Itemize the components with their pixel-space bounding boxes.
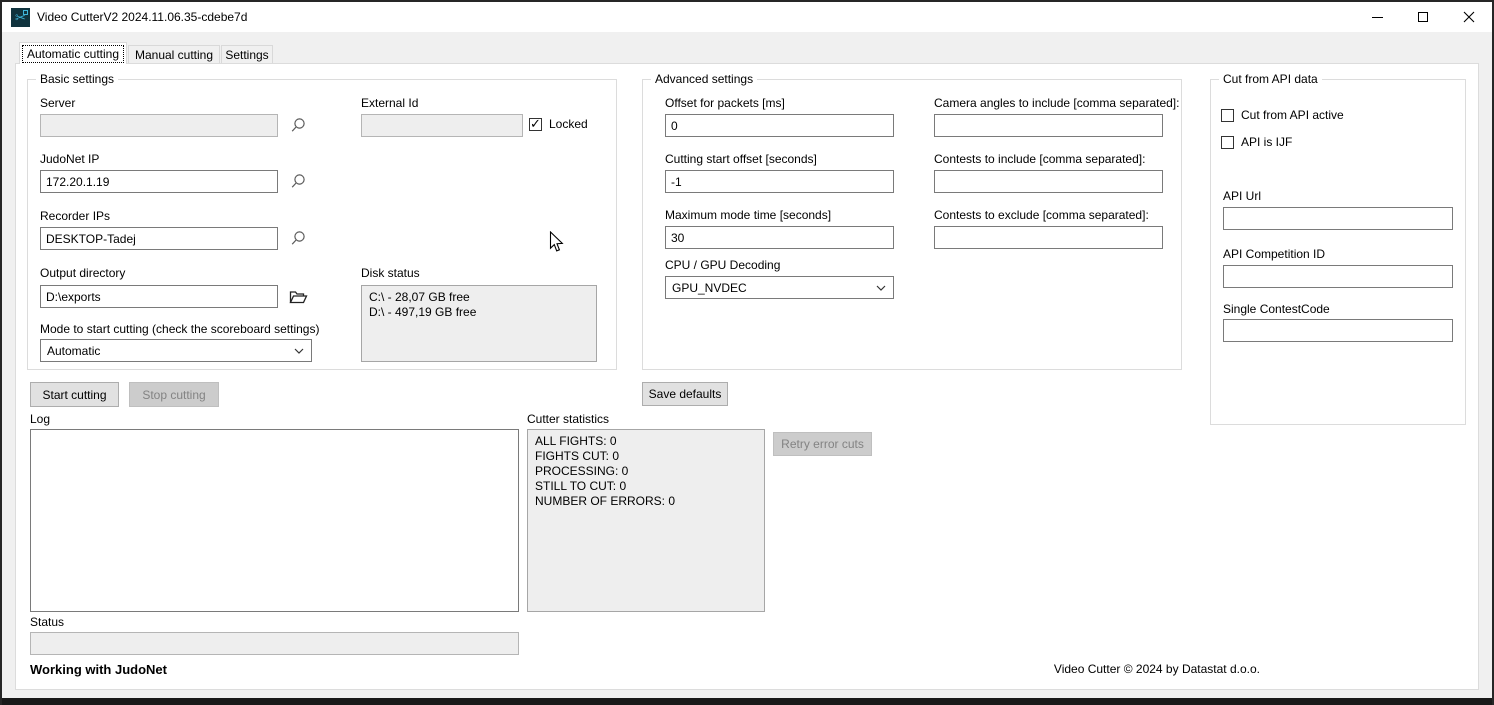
contests-include-input[interactable]	[934, 170, 1163, 193]
retry-error-cuts-button[interactable]: Retry error cuts	[773, 432, 872, 456]
cutting-start-offset-input[interactable]	[665, 170, 894, 193]
decoding-select[interactable]: GPU_NVDEC	[665, 276, 894, 299]
api-is-ijf-checkbox[interactable]: API is IJF	[1221, 135, 1292, 149]
checkbox-box	[1221, 109, 1234, 122]
disk-status-box: C:\ - 28,07 GB free D:\ - 497,19 GB free	[361, 285, 597, 362]
minimize-button[interactable]	[1354, 2, 1400, 32]
locked-checkbox[interactable]: Locked	[529, 117, 588, 131]
search-icon	[288, 172, 308, 192]
api-competition-id-input[interactable]	[1223, 265, 1453, 288]
recorder-ips-input[interactable]	[40, 227, 278, 250]
decoding-label: CPU / GPU Decoding	[665, 258, 780, 272]
maximum-mode-time-input[interactable]	[665, 226, 894, 249]
checkbox-box	[1221, 136, 1234, 149]
server-label: Server	[40, 96, 75, 110]
cut-from-api-group-label: Cut from API data	[1219, 72, 1322, 86]
title-bar: ✂ Video CutterV2 2024.11.06.35-cdebe7d	[2, 2, 1492, 32]
offset-packets-input[interactable]	[665, 114, 894, 137]
window-title: Video CutterV2 2024.11.06.35-cdebe7d	[37, 10, 247, 24]
server-input[interactable]	[40, 114, 278, 137]
chevron-down-icon	[294, 348, 304, 354]
tab-label: Settings	[225, 48, 268, 62]
tab-automatic-cutting[interactable]: Automatic cutting	[19, 42, 127, 64]
judonet-search-button[interactable]	[287, 171, 309, 193]
basic-settings-group-label: Basic settings	[36, 72, 118, 86]
mode-select[interactable]: Automatic	[40, 339, 312, 362]
judonet-ip-label: JudoNet IP	[40, 152, 99, 166]
tab-focus-rect	[22, 45, 124, 63]
browse-folder-button[interactable]	[287, 286, 309, 308]
contests-include-label: Contests to include [comma separated]:	[934, 152, 1145, 166]
advanced-settings-group-label: Advanced settings	[651, 72, 757, 86]
decoding-select-value: GPU_NVDEC	[672, 281, 747, 295]
tab-label: Manual cutting	[135, 48, 213, 62]
mode-select-value: Automatic	[47, 344, 100, 358]
app-window: ✂ Video CutterV2 2024.11.06.35-cdebe7d A…	[0, 0, 1494, 705]
external-id-input[interactable]	[361, 114, 523, 137]
close-icon	[1463, 11, 1475, 23]
output-directory-label: Output directory	[40, 266, 125, 280]
api-competition-id-label: API Competition ID	[1223, 247, 1325, 261]
cutter-statistics-label: Cutter statistics	[527, 412, 609, 426]
cut-from-api-active-checkbox[interactable]: Cut from API active	[1221, 108, 1344, 122]
maximize-button[interactable]	[1400, 2, 1446, 32]
cutter-statistics-box: ALL FIGHTS: 0 FIGHTS CUT: 0 PROCESSING: …	[527, 429, 765, 612]
search-icon	[288, 229, 308, 249]
tab-strip: Automatic cutting Manual cutting Setting…	[2, 42, 1492, 64]
offset-packets-label: Offset for packets [ms]	[665, 96, 785, 110]
cut-from-api-active-label: Cut from API active	[1241, 108, 1344, 122]
app-icon: ✂	[11, 8, 30, 27]
judonet-ip-input[interactable]	[40, 170, 278, 193]
status-input[interactable]	[30, 632, 519, 655]
log-box[interactable]	[30, 429, 519, 612]
mode-label: Mode to start cutting (check the scorebo…	[40, 322, 319, 336]
start-cutting-button[interactable]: Start cutting	[30, 382, 119, 407]
recorder-search-button[interactable]	[287, 228, 309, 250]
window-bottom-edge	[2, 698, 1492, 705]
log-label: Log	[30, 412, 50, 426]
copyright-text: Video Cutter © 2024 by Datastat d.o.o.	[960, 662, 1260, 676]
chevron-down-icon	[876, 285, 886, 291]
status-label: Status	[30, 615, 64, 629]
close-button[interactable]	[1446, 2, 1492, 32]
single-contestcode-input[interactable]	[1223, 319, 1453, 342]
save-defaults-button[interactable]: Save defaults	[642, 382, 728, 406]
api-url-input[interactable]	[1223, 207, 1453, 230]
recorder-ips-label: Recorder IPs	[40, 209, 110, 223]
locked-checkbox-label: Locked	[549, 117, 588, 131]
cutting-start-offset-label: Cutting start offset [seconds]	[665, 152, 817, 166]
contests-exclude-input[interactable]	[934, 226, 1163, 249]
checkbox-box	[529, 118, 542, 131]
output-directory-input[interactable]	[40, 285, 278, 308]
single-contestcode-label: Single ContestCode	[1223, 302, 1330, 316]
search-icon	[288, 116, 308, 136]
app-icon-square	[23, 10, 28, 15]
server-search-button[interactable]	[287, 115, 309, 137]
external-id-label: External Id	[361, 96, 418, 110]
tab-settings[interactable]: Settings	[221, 45, 273, 64]
contests-exclude-label: Contests to exclude [comma separated]:	[934, 208, 1149, 222]
stop-cutting-button[interactable]: Stop cutting	[129, 382, 219, 407]
folder-icon	[289, 289, 308, 305]
working-mode-text: Working with JudoNet	[30, 662, 167, 677]
api-url-label: API Url	[1223, 189, 1261, 203]
api-is-ijf-label: API is IJF	[1241, 135, 1292, 149]
camera-angles-label: Camera angles to include [comma separate…	[934, 96, 1179, 110]
maximum-mode-time-label: Maximum mode time [seconds]	[665, 208, 831, 222]
minimize-icon	[1372, 17, 1383, 18]
tab-manual-cutting[interactable]: Manual cutting	[128, 45, 220, 64]
maximize-icon	[1418, 12, 1428, 22]
disk-status-label: Disk status	[361, 266, 420, 280]
camera-angles-input[interactable]	[934, 114, 1163, 137]
